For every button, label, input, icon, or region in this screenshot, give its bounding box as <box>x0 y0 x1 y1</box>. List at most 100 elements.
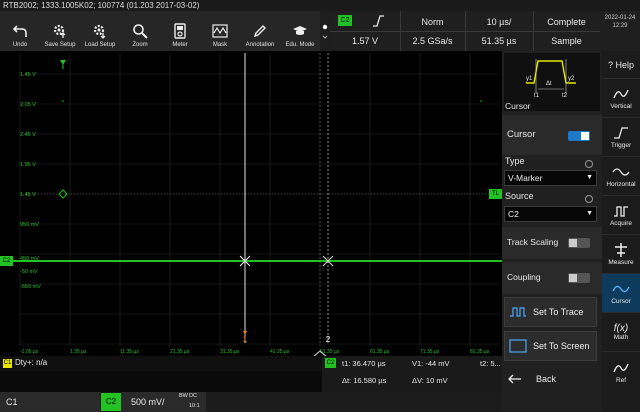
dot-icon <box>322 24 328 39</box>
coupling-toggle[interactable] <box>568 273 590 283</box>
track-scaling-label: Track Scaling <box>507 237 559 247</box>
channel-1-button[interactable]: C1 <box>0 392 100 412</box>
reset-type-icon[interactable] <box>584 156 594 168</box>
trigger-level-marker[interactable]: TL <box>489 189 502 199</box>
y-axis-label: -550 mV <box>20 284 41 290</box>
y-axis-label: 1.45 V <box>20 192 36 198</box>
annotation-label: Annotation <box>245 42 275 48</box>
math-button[interactable]: f(x) Math <box>602 313 640 352</box>
cursor-1-marker[interactable]: 1 <box>241 335 249 344</box>
track-scaling-toggle[interactable] <box>568 238 590 248</box>
cursor-t2: t2: 5... <box>480 359 501 368</box>
type-select[interactable]: V-Marker ▼ <box>504 170 597 186</box>
acquire-button[interactable]: Acquire <box>602 196 640 235</box>
set-to-trace-button[interactable]: Set To Trace <box>504 297 597 327</box>
cursor-enable-label: Cursor <box>507 129 536 140</box>
measurement-channel-badge: C1 <box>3 359 12 368</box>
annotation-button[interactable]: Annotation <box>240 11 280 51</box>
cursor-dv: ΔV: 10 mV <box>412 376 448 385</box>
toolbar: Undo Save Setup Load Setup Zoom Meter Ma… <box>0 11 330 51</box>
channel-2-badge[interactable]: C2 <box>101 393 121 411</box>
acquire-icon <box>614 206 628 217</box>
y-axis-label: 2.05 V <box>20 102 36 108</box>
trigger-icon <box>614 127 628 139</box>
reset-source-icon[interactable] <box>584 191 594 203</box>
save-setup-label: Save Setup <box>44 42 76 48</box>
acquisition-mode[interactable]: Sample <box>533 33 600 49</box>
acquisition-state: Complete <box>547 17 586 27</box>
chevron-down-icon: ▼ <box>586 174 593 181</box>
coupling-label: Coupling <box>507 272 541 282</box>
set-to-screen-button[interactable]: Set To Screen <box>504 331 597 361</box>
cursor-icon <box>612 285 630 293</box>
edu-mode-button[interactable]: Edu. Mode <box>280 11 320 51</box>
acquisition-info-bar[interactable]: C2 1.57 V Norm 2.5 GSa/s 10 µs/ 51.35 µs… <box>330 11 600 51</box>
timebase[interactable]: 10 µs/ <box>465 13 533 31</box>
horizontal-button[interactable]: Horizontal <box>602 157 640 196</box>
cursor-readout[interactable]: C2 t1: 36.470 µs V1: -44 mV t2: 5... Δt:… <box>322 356 502 392</box>
source-value: C2 <box>508 209 519 219</box>
measurement-text: Dty+: n/a <box>15 358 48 367</box>
cursor-button[interactable]: Cursor <box>602 274 640 313</box>
help-icon: ? <box>607 59 616 70</box>
pencil-icon <box>253 25 266 38</box>
undo-button[interactable]: Undo <box>0 11 40 51</box>
trigger-label: Trigger <box>610 142 632 149</box>
channel-bar-spacer <box>502 392 602 412</box>
trigger-level[interactable]: 1.57 V <box>330 33 400 49</box>
toolbar-more-handle[interactable] <box>320 11 330 51</box>
zoom-button[interactable]: Zoom <box>120 11 160 51</box>
cursor-t1: t1: 36.470 µs <box>342 359 386 368</box>
ref-label: Ref <box>615 376 627 384</box>
gear-load-icon <box>93 24 106 39</box>
math-icon: f(x) <box>613 323 629 334</box>
waveform-display[interactable]: 1.45 V 2.05 V 2.45 V 1.95 V 1.45 V 950 m… <box>0 51 502 358</box>
undo-label: Undo <box>12 42 28 48</box>
mask-button[interactable]: Mask <box>200 11 240 51</box>
horizontal-position-marker[interactable] <box>311 345 329 358</box>
cursor-2-marker[interactable]: 2 <box>324 335 332 344</box>
zoom-label: Zoom <box>132 42 148 48</box>
diagram-t1: t1 <box>534 93 540 99</box>
sample-rate: 2.5 GSa/s <box>412 36 453 46</box>
x-axis-label: 41.35 µs <box>270 349 290 355</box>
back-button[interactable]: Back <box>502 364 602 394</box>
cursor-readout-channel: C2 <box>325 358 336 368</box>
meter-icon <box>174 23 186 39</box>
y-axis-label: 2.45 V <box>20 132 36 138</box>
horizontal-position[interactable]: 51.35 µs <box>465 33 533 49</box>
trigger-button[interactable]: Trigger <box>602 118 640 157</box>
help-button[interactable]: ? Help <box>602 51 640 79</box>
channel-2-settings[interactable]: 500 mV/ BW DC 10:1 <box>121 392 206 412</box>
x-axis-label: 1.35 µs <box>70 349 87 355</box>
ref-icon <box>613 363 629 372</box>
help-label: Help <box>615 59 635 70</box>
channel-2-scale: 500 mV/ <box>131 397 165 407</box>
load-setup-label: Load Setup <box>84 42 116 48</box>
type-value: V-Marker <box>508 173 543 183</box>
x-axis-label: 31.35 µs <box>220 349 240 355</box>
save-setup-button[interactable]: Save Setup <box>40 11 80 51</box>
trigger-mode[interactable]: Norm <box>400 13 465 31</box>
panel-title: Cursor <box>505 101 531 111</box>
clock-date: 2022-01-24 <box>604 15 636 21</box>
zoom-icon <box>133 24 148 39</box>
coupling-row[interactable]: Coupling <box>502 262 602 294</box>
screen-icon <box>509 339 527 353</box>
vertical-button[interactable]: Vertical <box>602 79 640 118</box>
cursor-toggle[interactable] <box>568 131 590 141</box>
x-axis-label: -1.05 µs <box>20 349 39 355</box>
x-axis-label: 71.35 µs <box>420 349 440 355</box>
meter-button[interactable]: Meter <box>160 11 200 51</box>
y-axis-label: 450 mV <box>20 256 39 262</box>
graduation-cap-icon <box>293 26 307 35</box>
diagram-dt: Δt <box>546 81 552 87</box>
measure-button[interactable]: Measure <box>602 235 640 274</box>
ref-button[interactable]: Ref <box>602 352 640 391</box>
channel-2-probe: 10:1 <box>189 403 200 409</box>
source-select[interactable]: C2 ▼ <box>504 206 597 222</box>
cursor-enable-row[interactable]: Cursor <box>502 115 602 155</box>
load-setup-button[interactable]: Load Setup <box>80 11 120 51</box>
track-scaling-row[interactable]: Track Scaling <box>502 227 602 259</box>
channel-2-offset-marker[interactable]: C2 <box>0 256 13 266</box>
